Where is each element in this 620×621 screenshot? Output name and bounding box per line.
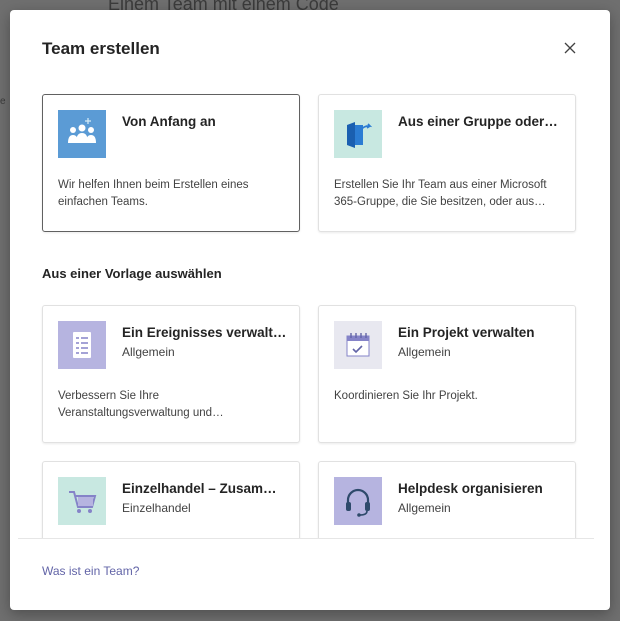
section-title: Aus einer Vorlage auswählen [42,266,222,281]
card-description: Verbessern Sie Ihre Veranstaltungsverwal… [58,390,224,419]
headset-icon [334,477,382,525]
template-card-helpdesk[interactable]: Helpdesk organisieren Allgemein [318,461,576,538]
background-fragment: e [0,96,6,107]
group-import-icon [334,110,382,158]
card-description: Erstellen Sie Ihr Team aus einer Microso… [334,179,547,208]
close-icon [564,42,576,54]
template-card-event[interactable]: Ein Ereignisses verwalt… Allgemein Verbe… [42,305,300,443]
card-title: Helpdesk organisieren [398,481,543,496]
card-category: Allgemein [398,345,451,359]
card-description: Wir helfen Ihnen beim Erstellen eines ei… [58,179,249,208]
dialog-scroll-area[interactable]: Team erstellen Von Anfang an Wir helfen … [10,10,610,538]
footer-divider [18,538,594,539]
card-from-scratch[interactable]: Von Anfang an Wir helfen Ihnen beim Erst… [42,94,300,232]
shopping-cart-icon [58,477,106,525]
card-title: Ein Projekt verwalten [398,325,535,340]
dialog-title: Team erstellen [42,39,160,58]
card-category: Einzelhandel [122,501,191,515]
template-card-project[interactable]: Ein Projekt verwalten Allgemein Koordini… [318,305,576,443]
card-title: Aus einer Gruppe oder… [398,114,558,129]
template-card-retail[interactable]: Einzelhandel – Zusam… Einzelhandel [42,461,300,538]
calendar-check-icon [334,321,382,369]
team-people-icon [58,110,106,158]
close-button[interactable] [560,38,580,58]
what-is-a-team-link[interactable]: Was ist ein Team? [42,564,139,578]
card-from-group[interactable]: Aus einer Gruppe oder… Erstellen Sie Ihr… [318,94,576,232]
card-title: Von Anfang an [122,114,216,129]
card-description: Koordinieren Sie Ihr Projekt. [334,390,478,402]
card-category: Allgemein [122,345,175,359]
checklist-icon [58,321,106,369]
card-title: Ein Ereignisses verwalt… [122,325,287,340]
card-category: Allgemein [398,501,451,515]
create-team-dialog: Team erstellen Von Anfang an Wir helfen … [10,10,610,610]
card-title: Einzelhandel – Zusam… [122,481,277,496]
